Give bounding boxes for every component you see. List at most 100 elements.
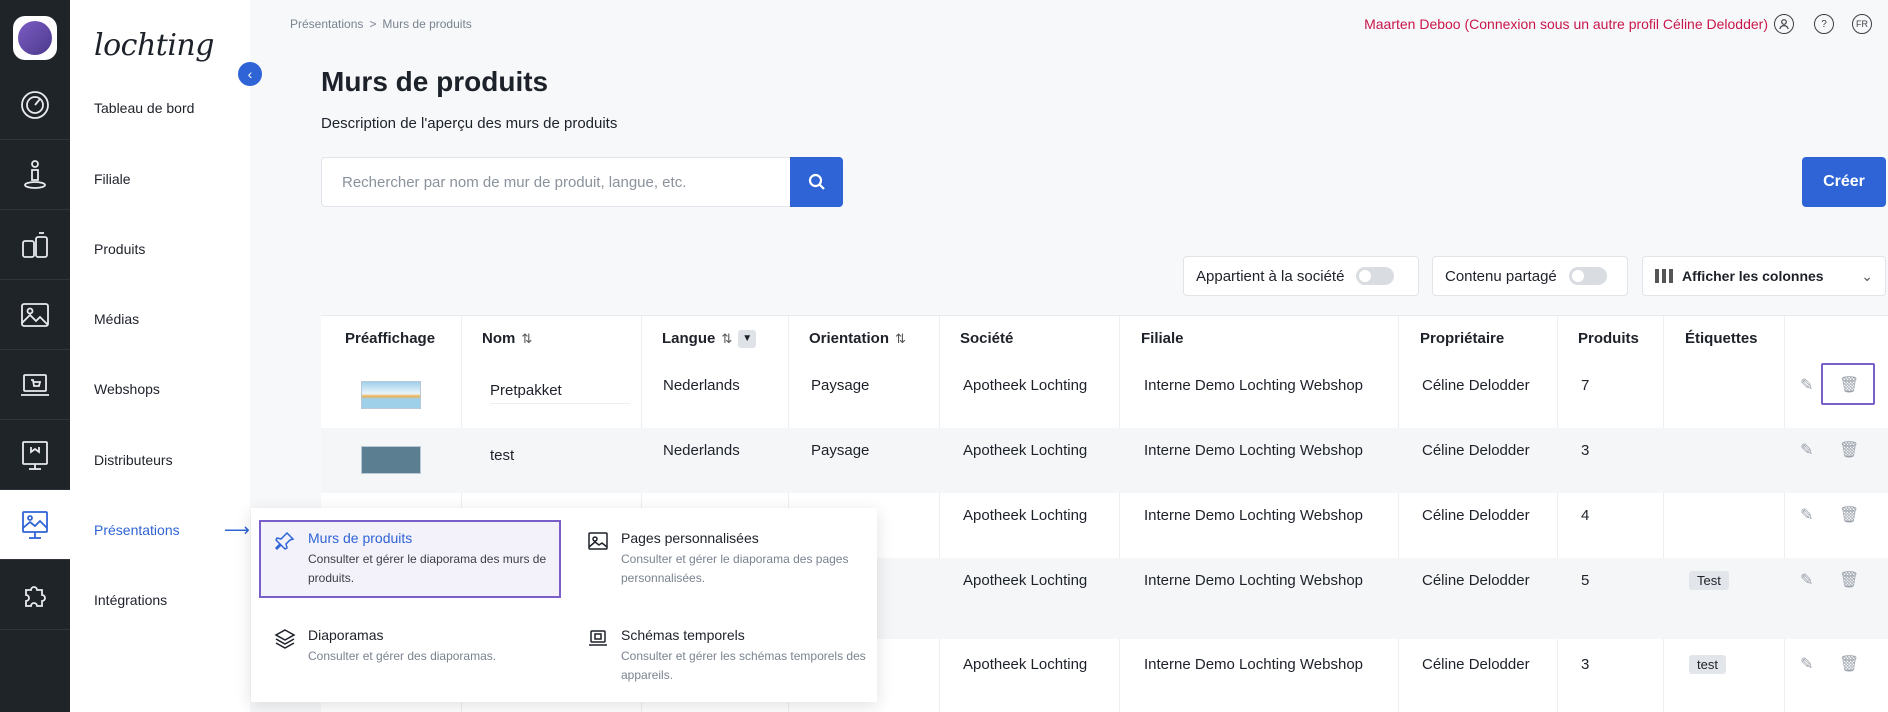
- submenu-item-product-walls[interactable]: Murs de produits Consulter et gérer le d…: [274, 530, 608, 588]
- delete-trash-icon[interactable]: 🗑: [1839, 654, 1859, 674]
- submenu-item-time-schedules[interactable]: Schémas temporels Consulter et gérer les…: [589, 627, 921, 685]
- shared-toggle[interactable]: [1568, 267, 1607, 285]
- columns-icon: [1655, 269, 1673, 283]
- breadcrumb-current: Murs de produits: [382, 17, 472, 31]
- sort-icon[interactable]: ⇅: [521, 331, 532, 346]
- show-columns-label: Afficher les colonnes: [1682, 268, 1824, 284]
- column-header-orientation-label: Orientation: [809, 330, 890, 347]
- column-header-language[interactable]: Langue ⇅ ▼: [662, 330, 757, 349]
- row-company: Apotheek Lochting: [963, 507, 1088, 524]
- row-orientation: Paysage: [811, 442, 870, 459]
- dashboard-icon[interactable]: [0, 70, 70, 140]
- layers-icon: [274, 629, 296, 649]
- submenu-item-custom-pages[interactable]: Pages personnalisées Consulter et gérer …: [588, 530, 921, 588]
- edit-pencil-icon[interactable]: ✎: [1800, 375, 1813, 395]
- shared-filter: Contenu partagé: [1432, 256, 1628, 296]
- submenu-item-desc: Consulter et gérer des diaporamas.: [308, 649, 497, 663]
- sidebar-item-media[interactable]: Médias: [94, 311, 139, 327]
- column-header-orientation[interactable]: Orientation ⇅: [809, 330, 906, 347]
- submenu-item-desc: Consulter et gérer le diaporama des page…: [621, 552, 849, 585]
- sort-icon[interactable]: ⇅: [721, 331, 732, 346]
- show-columns-dropdown[interactable]: Afficher les colonnes ⌄: [1642, 256, 1886, 296]
- row-products: 3: [1581, 656, 1590, 673]
- table-row[interactable]: test Nederlands Paysage Apotheek Lochtin…: [321, 428, 1888, 493]
- tag-badge: Test: [1689, 571, 1729, 590]
- row-company: Apotheek Lochting: [963, 572, 1088, 589]
- pin-icon: [274, 531, 295, 551]
- sidebar-item-products[interactable]: Produits: [94, 241, 145, 257]
- company-toggle[interactable]: [1356, 267, 1395, 285]
- products-icon[interactable]: [0, 210, 70, 280]
- app-logo-icon[interactable]: [13, 16, 57, 60]
- calendar-device-icon: [589, 630, 607, 646]
- column-header-language-label: Langue: [662, 330, 716, 347]
- preview-thumbnail: [361, 446, 421, 474]
- edit-pencil-icon[interactable]: ✎: [1800, 570, 1813, 590]
- collapse-sidebar-button[interactable]: ‹: [238, 62, 262, 86]
- row-owner: Céline Delodder: [1422, 377, 1530, 394]
- sort-icon[interactable]: ⇅: [895, 331, 906, 346]
- edit-pencil-icon[interactable]: ✎: [1800, 505, 1813, 525]
- submenu-item-desc: Consulter et gérer les schémas temporels…: [621, 649, 866, 682]
- row-company: Apotheek Lochting: [963, 656, 1088, 673]
- webshop-icon[interactable]: [0, 350, 70, 420]
- search-button[interactable]: [790, 157, 843, 207]
- breadcrumb-separator: >: [369, 17, 377, 31]
- sidebar-item-integrations[interactable]: Intégrations: [94, 592, 167, 608]
- page-description: Description de l'aperçu des murs de prod…: [321, 115, 618, 132]
- edit-pencil-icon[interactable]: ✎: [1800, 440, 1813, 460]
- table-row[interactable]: Pretpakket Nederlands Paysage Apotheek L…: [321, 363, 1888, 428]
- row-language: Nederlands: [663, 442, 740, 459]
- distributor-icon[interactable]: [0, 420, 70, 490]
- row-name[interactable]: Pretpakket: [490, 382, 630, 404]
- column-header-branch: Filiale: [1141, 330, 1184, 347]
- column-header-preview: Préaffichage: [345, 330, 436, 347]
- row-branch: Interne Demo Lochting Webshop: [1144, 377, 1364, 394]
- chevron-down-icon: ⌄: [1861, 267, 1873, 284]
- delete-trash-icon[interactable]: 🗑: [1839, 505, 1859, 525]
- filter-funnel-icon[interactable]: ▼: [738, 330, 757, 349]
- row-orientation: Paysage: [811, 377, 870, 394]
- delete-trash-icon[interactable]: 🗑: [1839, 375, 1859, 395]
- profile-link[interactable]: Maarten Deboo (Connexion sous un autre p…: [1364, 16, 1768, 32]
- row-branch: Interne Demo Lochting Webshop: [1144, 656, 1364, 673]
- column-header-name-label: Nom: [482, 330, 516, 347]
- integrations-icon[interactable]: [0, 560, 70, 630]
- brand-logo: lochting: [94, 28, 214, 63]
- row-branch: Interne Demo Lochting Webshop: [1144, 572, 1364, 589]
- row-owner: Céline Delodder: [1422, 572, 1530, 589]
- company-filter-label: Appartient à la société: [1196, 267, 1345, 285]
- sidebar-item-distributors[interactable]: Distributeurs: [94, 452, 173, 468]
- search-icon: [808, 173, 825, 190]
- chevron-left-icon: ‹: [247, 66, 253, 82]
- sidebar-item-presentations[interactable]: Présentations: [94, 522, 180, 538]
- media-icon[interactable]: [0, 280, 70, 350]
- user-profile-icon[interactable]: [1774, 14, 1794, 34]
- search-input[interactable]: [321, 157, 791, 207]
- sidebar-item-branch[interactable]: Filiale: [94, 171, 131, 187]
- preview-thumbnail: [361, 381, 421, 409]
- branch-icon[interactable]: [0, 140, 70, 210]
- row-name[interactable]: test: [490, 447, 514, 464]
- image-icon: [588, 532, 608, 550]
- row-branch: Interne Demo Lochting Webshop: [1144, 442, 1364, 459]
- row-products: 3: [1581, 442, 1590, 459]
- row-owner: Céline Delodder: [1422, 442, 1530, 459]
- submenu-item-title: Diaporamas: [308, 627, 384, 643]
- submenu-item-slideshows[interactable]: Diaporamas Consulter et gérer des diapor…: [274, 627, 608, 666]
- create-button[interactable]: Créer: [1802, 157, 1886, 207]
- edit-pencil-icon[interactable]: ✎: [1800, 654, 1813, 674]
- row-language: Nederlands: [663, 377, 740, 394]
- sidebar-item-webshops[interactable]: Webshops: [94, 381, 160, 397]
- delete-trash-icon[interactable]: 🗑: [1839, 570, 1859, 590]
- sidebar-nav: lochting ‹ Tableau de bord Filiale Produ…: [70, 0, 262, 712]
- presentations-icon[interactable]: [0, 490, 70, 560]
- help-icon[interactable]: ?: [1814, 14, 1834, 34]
- row-branch: Interne Demo Lochting Webshop: [1144, 507, 1364, 524]
- breadcrumb-parent[interactable]: Présentations: [290, 17, 363, 31]
- delete-trash-icon[interactable]: 🗑: [1839, 440, 1859, 460]
- row-products: 4: [1581, 507, 1590, 524]
- sidebar-item-dashboard[interactable]: Tableau de bord: [94, 100, 194, 116]
- language-switcher[interactable]: FR: [1852, 14, 1872, 34]
- column-header-name[interactable]: Nom ⇅: [482, 330, 532, 347]
